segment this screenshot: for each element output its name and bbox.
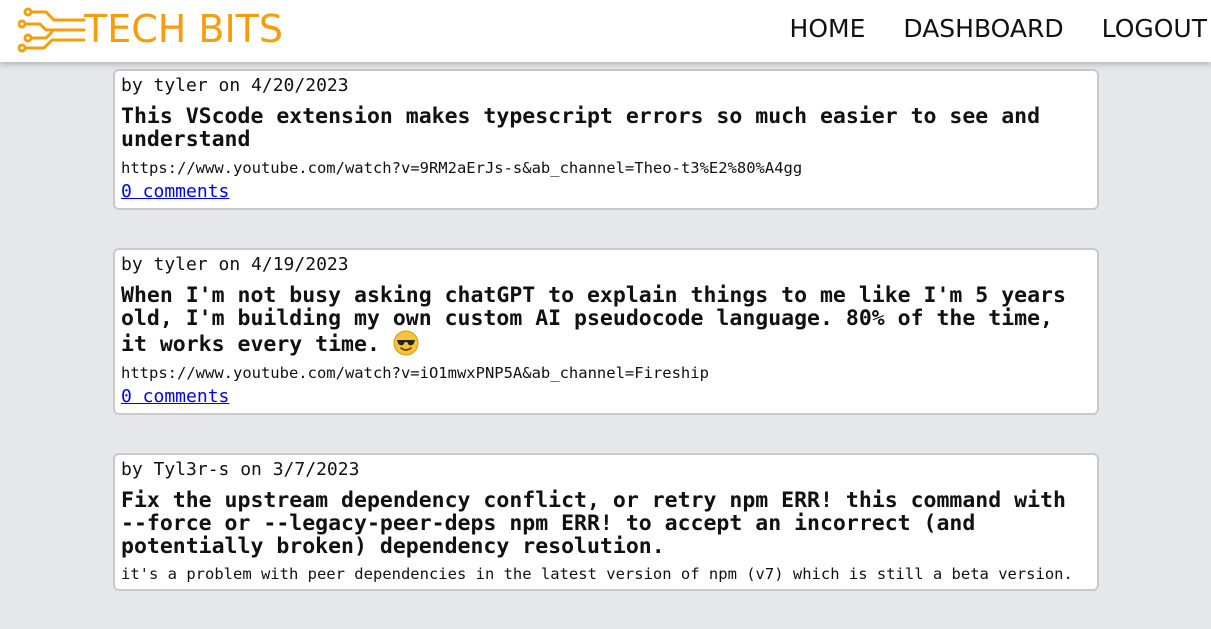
post-url: https://www.youtube.com/watch?v=9RM2aErJ… — [121, 159, 803, 177]
post-card: by Tyl3r-s on 3/7/2023 Fix the upstream … — [113, 453, 1099, 591]
post-author-line: by Tyl3r-s on 3/7/2023 — [121, 459, 360, 480]
sunglasses-face-icon — [393, 330, 419, 356]
post-author-line: by tyler on 4/20/2023 — [121, 75, 349, 96]
brand-name: TECH BITS — [84, 7, 284, 51]
post-card: by tyler on 4/20/2023 This VScode extens… — [113, 69, 1099, 210]
nav-dashboard-link[interactable]: DASHBOARD — [903, 12, 1063, 46]
post-title: This VScode extension makes typescript e… — [121, 104, 1041, 152]
post-url: https://www.youtube.com/watch?v=iO1mwxPN… — [121, 364, 709, 382]
main-nav: HOME DASHBOARD LOGOUT — [790, 12, 1207, 46]
comments-link[interactable]: 0 comments — [121, 385, 229, 409]
post-title-text: When I'm not busy asking chatGPT to expl… — [121, 283, 1066, 357]
post-author-line: by tyler on 4/19/2023 — [121, 254, 349, 275]
post-title: Fix the upstream dependency conflict, or… — [121, 488, 1066, 559]
post-title: When I'm not busy asking chatGPT to expl… — [121, 284, 1090, 356]
post-feed: by tyler on 4/20/2023 This VScode extens… — [113, 69, 1099, 629]
brand-logo[interactable]: TECH BITS — [18, 4, 283, 54]
nav-home-link[interactable]: HOME — [790, 12, 866, 46]
nav-logout-link[interactable]: LOGOUT — [1102, 12, 1207, 46]
post-card: by tyler on 4/19/2023 When I'm not busy … — [113, 248, 1099, 415]
top-navbar: TECH BITS HOME DASHBOARD LOGOUT — [0, 0, 1211, 62]
post-body: it's a problem with peer dependencies in… — [121, 565, 1073, 583]
comments-link[interactable]: 0 comments — [121, 180, 229, 204]
circuit-logo-icon — [18, 7, 86, 53]
